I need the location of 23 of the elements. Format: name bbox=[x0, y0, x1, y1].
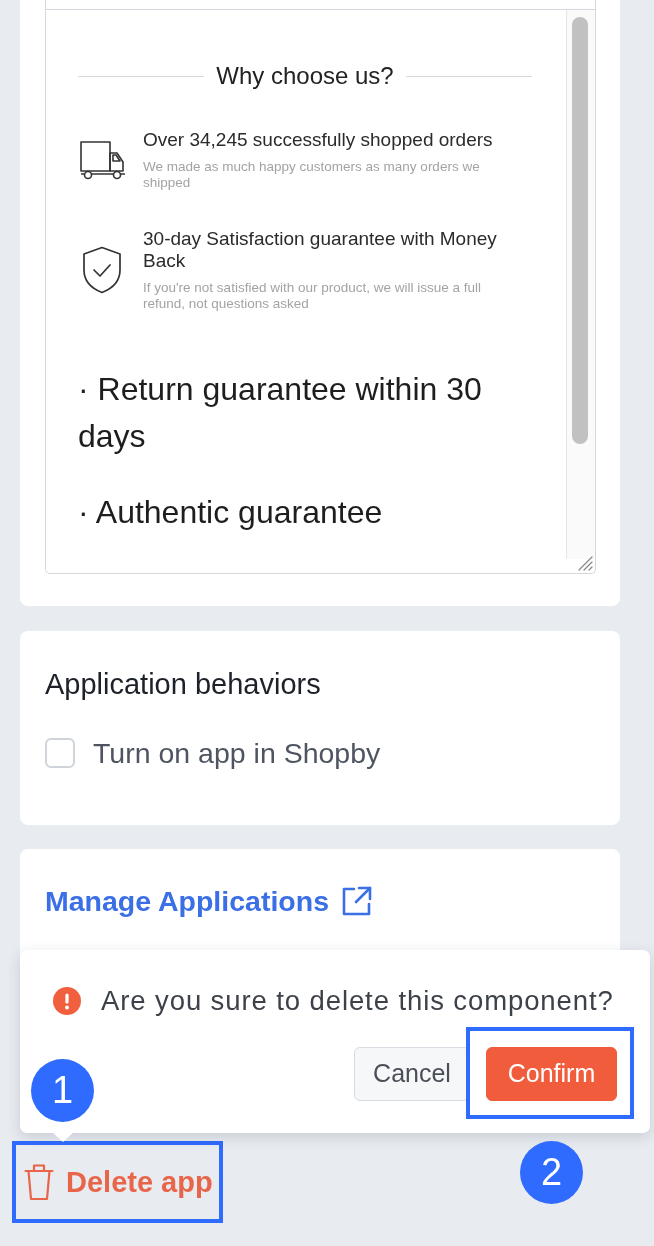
truck-icon bbox=[80, 140, 126, 180]
shield-check-icon bbox=[82, 246, 122, 294]
confirm-message: Are you sure to delete this component? bbox=[101, 985, 614, 1017]
trash-icon bbox=[24, 1163, 54, 1201]
section-title: Application behaviors bbox=[45, 668, 322, 700]
resize-handle-icon[interactable] bbox=[578, 556, 593, 571]
section-heading: Why choose us? bbox=[216, 61, 394, 91]
external-link-icon bbox=[341, 885, 373, 917]
feature-description: If you're not satisfied with our product, we will issue a full refund, not questions asked bbox=[143, 280, 482, 312]
feature-title: Over 34,245 successfully shopped orders bbox=[143, 129, 494, 151]
bullet-text: · Authentic guarantee bbox=[78, 493, 384, 532]
checkbox[interactable] bbox=[45, 738, 75, 768]
step-number-badge: 2 bbox=[520, 1141, 583, 1204]
bullet-text: · Return guarantee within 30 days bbox=[78, 370, 483, 456]
delete-app-button[interactable]: Delete app bbox=[24, 1163, 213, 1201]
confirm-button[interactable]: Confirm bbox=[486, 1047, 617, 1101]
feature-title: 30-day Satisfaction guarantee with Money Back bbox=[143, 228, 498, 272]
feature-description: We made as much happy customers as many orders we shipped bbox=[143, 159, 481, 191]
manage-applications-link[interactable]: Manage Applications bbox=[45, 884, 373, 918]
scrollbar-thumb[interactable] bbox=[572, 17, 588, 444]
checkbox-label[interactable]: Turn on app in Shopby bbox=[93, 737, 381, 769]
scrollbar-track[interactable] bbox=[566, 10, 595, 559]
warning-icon bbox=[53, 987, 81, 1015]
